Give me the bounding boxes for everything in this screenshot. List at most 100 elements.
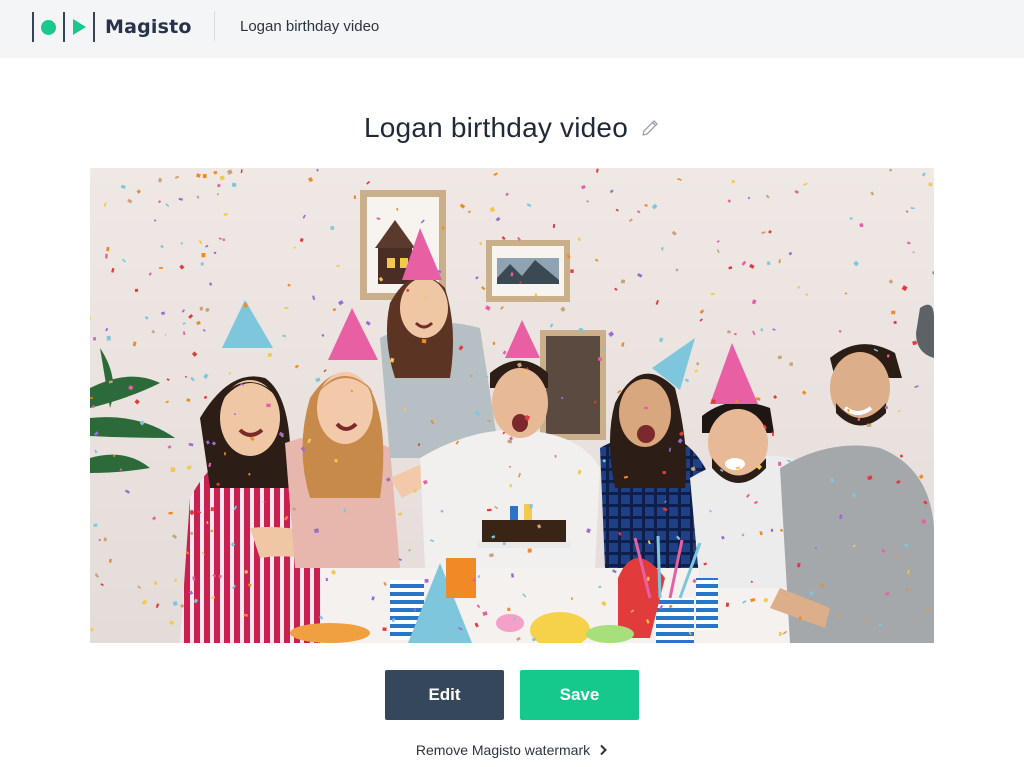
party-photo (90, 168, 934, 643)
confetti-piece (105, 253, 108, 259)
confetti-piece (168, 511, 173, 515)
logo-play-triangle (73, 19, 86, 35)
confetti-piece (421, 338, 427, 344)
confetti-piece (527, 548, 532, 553)
confetti-piece (284, 307, 289, 309)
confetti-piece (93, 337, 96, 341)
confetti-piece (647, 576, 650, 581)
magisto-logo-icon[interactable]: Magisto (32, 11, 192, 43)
logo-bar-left (32, 12, 34, 42)
confetti-piece (725, 602, 730, 607)
confetti-piece (93, 523, 98, 527)
confetti-piece (424, 295, 427, 299)
chevron-right-icon (600, 744, 608, 756)
top-bar: Magisto Logan birthday video (0, 0, 1024, 58)
confetti-piece (866, 423, 872, 427)
confetti-piece (414, 608, 416, 612)
confetti-piece (766, 261, 771, 266)
confetti-piece (711, 399, 716, 404)
confetti-piece (891, 310, 896, 315)
confetti-piece (330, 226, 335, 230)
confetti-piece (750, 580, 753, 583)
confetti-piece (932, 271, 934, 275)
confetti-piece (561, 397, 564, 400)
confetti-piece (91, 627, 94, 632)
confetti-piece (231, 182, 237, 188)
confetti-piece (424, 579, 429, 583)
confetti-piece (159, 266, 163, 270)
frame-right (540, 330, 606, 440)
confetti-piece (789, 362, 794, 367)
confetti-piece (748, 196, 750, 200)
confetti-piece (578, 237, 581, 241)
confetti-piece (199, 306, 203, 311)
confetti-piece (859, 223, 864, 228)
confetti-piece (113, 454, 116, 457)
confetti-piece (509, 465, 511, 468)
pencil-icon[interactable] (640, 118, 660, 138)
confetti-piece (106, 335, 111, 341)
confetti-piece (662, 471, 667, 475)
confetti-piece (570, 597, 573, 600)
confetti-piece (134, 288, 139, 293)
confetti-piece (244, 570, 248, 574)
confetti-piece (820, 583, 824, 588)
confetti-piece (398, 512, 403, 516)
confetti-piece (170, 467, 176, 473)
confetti-piece (778, 461, 782, 466)
confetti-piece (643, 406, 649, 410)
confetti-piece (502, 542, 506, 545)
confetti-piece (334, 459, 338, 463)
confetti-piece (598, 585, 602, 589)
logo-bar-middle (63, 12, 65, 42)
confetti-piece (267, 353, 272, 357)
confetti-piece (889, 168, 892, 172)
confetti-piece (603, 348, 606, 351)
confetti-piece (266, 403, 271, 408)
confetti-piece (570, 269, 574, 274)
confetti-piece (912, 251, 915, 254)
confetti-piece (353, 195, 356, 200)
confetti-piece (509, 484, 512, 488)
confetti-piece (620, 279, 626, 284)
confetti-piece (755, 397, 761, 401)
confetti-piece (403, 408, 407, 411)
video-preview[interactable] (90, 168, 934, 643)
confetti-piece (190, 531, 193, 536)
confetti-piece (103, 537, 107, 542)
confetti-piece (222, 238, 226, 242)
confetti-piece (879, 623, 882, 627)
confetti-piece (487, 508, 492, 512)
page-title: Logan birthday video (364, 112, 628, 143)
confetti-piece (507, 607, 511, 612)
confetti-piece (469, 374, 473, 378)
confetti-piece (243, 613, 248, 617)
confetti-piece (884, 405, 888, 409)
confetti-piece (849, 217, 853, 220)
confetti-piece (661, 247, 664, 251)
save-button[interactable]: Save (520, 670, 639, 720)
confetti-piece (492, 341, 496, 346)
confetti-piece (180, 242, 183, 245)
remove-watermark-link[interactable]: Remove Magisto watermark (0, 740, 1024, 760)
confetti-piece (529, 504, 533, 509)
confetti-piece (210, 507, 215, 512)
confetti-piece (552, 224, 556, 229)
confetti-piece (219, 175, 225, 181)
confetti-piece (343, 508, 346, 513)
header-divider (214, 11, 215, 41)
confetti-piece (332, 308, 336, 312)
brand-wordmark: Magisto (105, 16, 192, 38)
confetti-piece (202, 174, 207, 179)
confetti-piece (760, 328, 764, 332)
confetti-piece (292, 507, 296, 511)
confetti-piece (201, 253, 206, 258)
edit-button[interactable]: Edit (385, 670, 504, 720)
confetti-piece (213, 251, 217, 254)
logo-dot (41, 19, 56, 35)
confetti-piece (382, 627, 387, 631)
title-row: Logan birthday video (0, 108, 1024, 148)
confetti-piece (778, 631, 782, 636)
confetti-piece (731, 180, 735, 184)
confetti-piece (770, 528, 774, 532)
